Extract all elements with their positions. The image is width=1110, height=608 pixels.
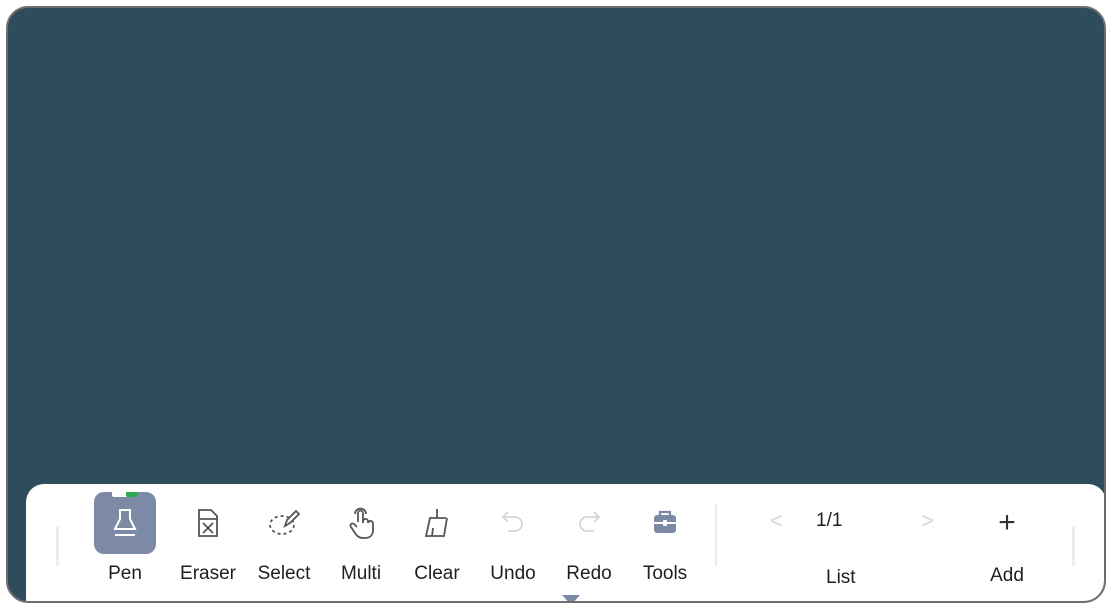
- select-button[interactable]: Select: [251, 492, 317, 592]
- add-label: Add: [990, 565, 1024, 586]
- multi-touch-icon: [330, 492, 392, 554]
- drag-handle-right[interactable]: [1072, 526, 1075, 566]
- multi-button[interactable]: Multi: [328, 492, 394, 592]
- eraser-icon: [177, 492, 239, 554]
- clear-label: Clear: [414, 563, 460, 584]
- pen-color-indicator: [112, 492, 138, 497]
- lasso-select-icon: [253, 492, 315, 554]
- redo-label: Redo: [566, 563, 612, 584]
- pen-icon: [94, 492, 156, 554]
- undo-label: Undo: [490, 563, 536, 584]
- toolbar-divider: [715, 504, 717, 566]
- pen-button[interactable]: Pen: [92, 492, 158, 592]
- pen-label: Pen: [108, 563, 142, 584]
- eraser-button[interactable]: Eraser: [175, 492, 241, 592]
- whiteboard-frame: Pen Eraser Select Multi Clear Undo Redo …: [6, 6, 1106, 603]
- redo-button[interactable]: Redo: [556, 492, 622, 592]
- page-counter: 1/1: [816, 510, 843, 531]
- tools-label: Tools: [642, 563, 688, 584]
- undo-button[interactable]: Undo: [480, 492, 546, 592]
- multi-label: Multi: [340, 563, 382, 584]
- next-page-icon[interactable]: >: [921, 508, 934, 534]
- add-page-button[interactable]: + Add: [974, 492, 1040, 592]
- drag-handle-left[interactable]: [56, 526, 59, 566]
- clear-button[interactable]: Clear: [404, 492, 470, 592]
- tools-button[interactable]: Tools: [632, 492, 698, 592]
- toolbox-icon: [634, 492, 696, 554]
- select-label: Select: [257, 563, 311, 584]
- redo-icon: [558, 492, 620, 554]
- prev-page-icon[interactable]: <: [770, 508, 783, 534]
- expand-caret-icon[interactable]: [562, 595, 580, 601]
- bottom-toolbar: Pen Eraser Select Multi Clear Undo Redo …: [26, 484, 1104, 601]
- page-list-button[interactable]: List: [826, 567, 856, 589]
- undo-icon: [482, 492, 544, 554]
- plus-icon: +: [998, 506, 1016, 539]
- eraser-label: Eraser: [180, 563, 236, 584]
- broom-icon: [406, 492, 468, 554]
